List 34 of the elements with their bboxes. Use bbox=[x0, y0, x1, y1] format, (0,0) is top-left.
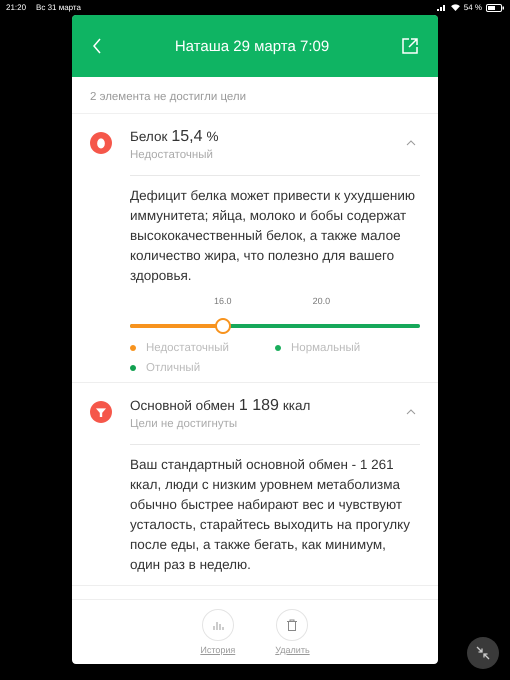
level-marker bbox=[214, 318, 231, 334]
metric-unit: ккал bbox=[282, 398, 310, 413]
summary-text: 2 элемента не достигли цели bbox=[72, 77, 438, 114]
scale-tick: 16.0 bbox=[214, 296, 232, 306]
metric-value: 15,4 bbox=[171, 128, 203, 146]
bar-chart-icon bbox=[212, 619, 224, 631]
metric-unit: % bbox=[206, 129, 219, 144]
legend-label: Нормальный bbox=[291, 342, 360, 354]
status-time: 21:20 bbox=[6, 3, 26, 12]
collapse-button[interactable] bbox=[467, 637, 499, 669]
metric-status: Недостаточный bbox=[130, 149, 214, 161]
collapse-icon bbox=[476, 646, 490, 660]
metric-status: Цели не достигнуты bbox=[130, 418, 238, 430]
battery-icon bbox=[486, 4, 504, 12]
chevron-icon[interactable] bbox=[406, 408, 416, 414]
legend-label: Недостаточный bbox=[146, 342, 229, 354]
legend-label: Отличный bbox=[146, 362, 200, 374]
metric-name: Белок bbox=[130, 129, 168, 144]
egg-icon bbox=[90, 132, 112, 154]
trash-icon bbox=[286, 619, 298, 631]
header-title: Наташа 29 марта 7:09 bbox=[174, 38, 330, 54]
metric-value: 1 189 bbox=[238, 397, 279, 415]
chevron-icon[interactable] bbox=[406, 140, 416, 146]
description-text: Ваш стандартный основной обмен - 1 261 ккал, люди с низким уровнем метаболизма обычно быстрее набирают вес и чувствуют усталость, старайтесь выходить на прогулку после еды, а также бегать, как минимум, один раз в неделю. bbox=[129, 456, 411, 574]
back-icon[interactable] bbox=[92, 38, 102, 54]
wifi-icon bbox=[450, 4, 460, 11]
status-date: Вс 31 марта bbox=[36, 3, 81, 12]
metric-name: Основной обмен bbox=[130, 398, 235, 413]
battery-percent: 54 % bbox=[464, 3, 482, 12]
share-icon[interactable] bbox=[402, 38, 418, 54]
description-text: Дефицит белка может привести к ухудшению иммунитета; яйца, молоко и бобы содержат высококачественный белок, а также малое количество жира, что полезно для вашего здоровья. bbox=[129, 187, 416, 285]
signal-icon bbox=[436, 4, 447, 11]
funnel-icon bbox=[90, 400, 112, 422]
scale-tick: 20.0 bbox=[312, 296, 330, 306]
